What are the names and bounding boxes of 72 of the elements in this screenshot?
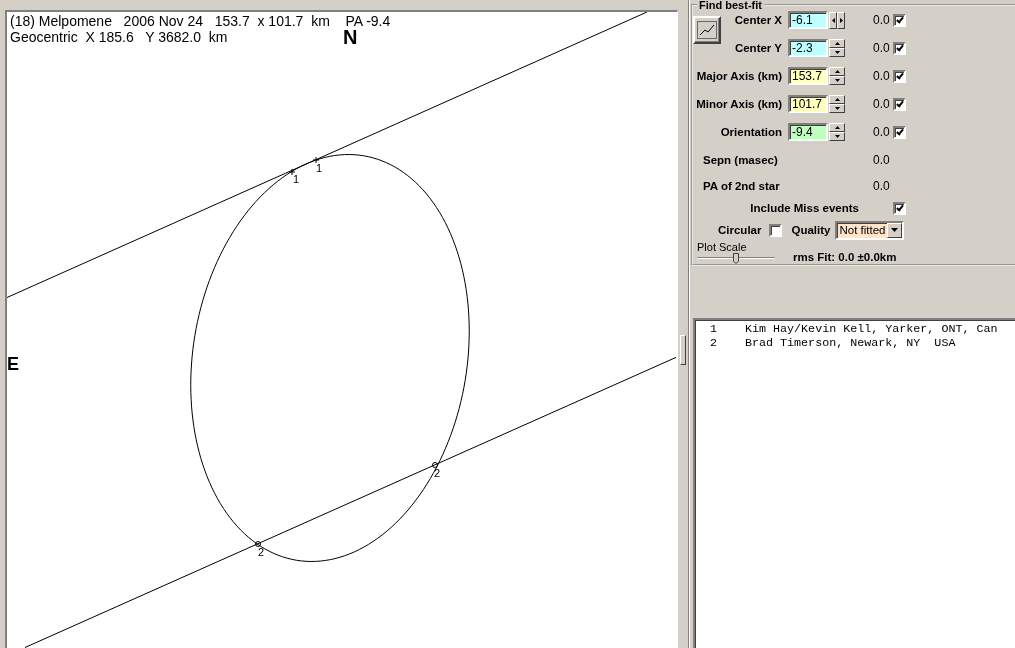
checkbox[interactable] bbox=[893, 41, 906, 55]
event-label: 1 bbox=[293, 173, 300, 185]
caret-down-icon bbox=[834, 51, 840, 54]
event-label: 1 bbox=[316, 162, 323, 174]
spin-up-button[interactable] bbox=[829, 95, 845, 104]
param-label: Minor Axis (km) bbox=[696, 97, 782, 111]
param-result: 0.0 bbox=[873, 97, 890, 111]
param-result: 0.0 bbox=[873, 125, 890, 139]
param-label: Major Axis (km) bbox=[696, 69, 782, 83]
caret-down-icon bbox=[834, 79, 840, 82]
circle-marker-icon bbox=[255, 541, 261, 547]
caret-up-icon bbox=[834, 126, 840, 129]
spin-up-button[interactable] bbox=[829, 39, 845, 48]
plot-subtitle: Geocentric X 185.6 Y 3682.0 km bbox=[10, 29, 228, 45]
group-title: Find best-fit bbox=[697, 0, 764, 11]
param-label: Orientation bbox=[720, 125, 782, 139]
observer-list-item[interactable]: 2 Brad Timerson, Newark, NY USA bbox=[695, 336, 956, 350]
spin-down-button[interactable] bbox=[829, 104, 845, 113]
spin-left-button[interactable] bbox=[829, 11, 837, 29]
fit-button[interactable] bbox=[693, 16, 721, 44]
include-miss-label: Include Miss events bbox=[750, 201, 859, 215]
caret-down-icon bbox=[834, 107, 840, 110]
param-field[interactable]: -6.1 bbox=[788, 11, 828, 29]
checkbox[interactable] bbox=[893, 97, 906, 111]
observer-list-item[interactable]: 1 Kim Hay/Kevin Kell, Yarker, ONT, Can bbox=[695, 322, 998, 336]
param-field[interactable]: 101.7 bbox=[788, 95, 828, 113]
param-result: 0.0 bbox=[873, 13, 890, 27]
spin-down-button[interactable] bbox=[829, 76, 845, 85]
rms-fit-text: rms Fit: 0.0 ±0.0km bbox=[793, 251, 897, 264]
line-chart-icon bbox=[697, 21, 717, 39]
spin-up-button[interactable] bbox=[829, 67, 845, 76]
caret-up-icon bbox=[834, 98, 840, 101]
spin-right-button[interactable] bbox=[837, 11, 845, 29]
checkbox[interactable] bbox=[893, 201, 906, 215]
caret-down-icon bbox=[834, 135, 840, 138]
plus-marker-icon bbox=[288, 168, 296, 176]
spin-down-button[interactable] bbox=[829, 48, 845, 57]
plot-scale-label: Plot Scale bbox=[697, 242, 747, 253]
caret-down-icon bbox=[887, 222, 903, 238]
quality-dropdown[interactable]: Not fitted bbox=[835, 220, 905, 240]
event-label: 2 bbox=[258, 546, 265, 558]
plot-title: (18) Melpomene 2006 Nov 24 153.7 x 101.7 km PA -9.4 bbox=[10, 13, 391, 29]
caret-left-icon bbox=[831, 17, 835, 23]
north-label: N bbox=[343, 30, 358, 45]
event-label: 2 bbox=[434, 467, 441, 479]
caret-up-icon bbox=[834, 42, 840, 45]
param-label: Center X bbox=[734, 13, 782, 27]
param-field[interactable]: -9.4 bbox=[788, 123, 828, 141]
caret-right-icon bbox=[839, 17, 843, 23]
circle-marker-icon bbox=[432, 462, 438, 468]
checkbox[interactable] bbox=[769, 223, 783, 237]
param-field[interactable]: -2.3 bbox=[788, 39, 828, 57]
checkbox[interactable] bbox=[893, 125, 906, 139]
param-field[interactable]: 153.7 bbox=[788, 67, 828, 85]
splitter-handle[interactable] bbox=[680, 335, 686, 365]
readout-value: 0.0 bbox=[873, 153, 890, 167]
checkbox[interactable] bbox=[893, 69, 906, 83]
spin-up-button[interactable] bbox=[829, 123, 845, 132]
circular-label: Circular bbox=[718, 223, 762, 237]
plus-marker-icon bbox=[312, 156, 320, 164]
spin-down-button[interactable] bbox=[829, 132, 845, 141]
quality-label: Quality bbox=[791, 223, 831, 237]
checkbox[interactable] bbox=[893, 13, 906, 27]
param-result: 0.0 bbox=[873, 41, 890, 55]
param-label: Center Y bbox=[734, 41, 782, 55]
param-result: 0.0 bbox=[873, 69, 890, 83]
readout-value: 0.0 bbox=[873, 179, 890, 193]
east-label: E bbox=[7, 357, 19, 371]
caret-up-icon bbox=[834, 70, 840, 73]
readout-label: Sepn (masec) bbox=[703, 153, 778, 167]
readout-label: PA of 2nd star bbox=[703, 179, 780, 193]
slider-thumb[interactable] bbox=[733, 253, 739, 264]
